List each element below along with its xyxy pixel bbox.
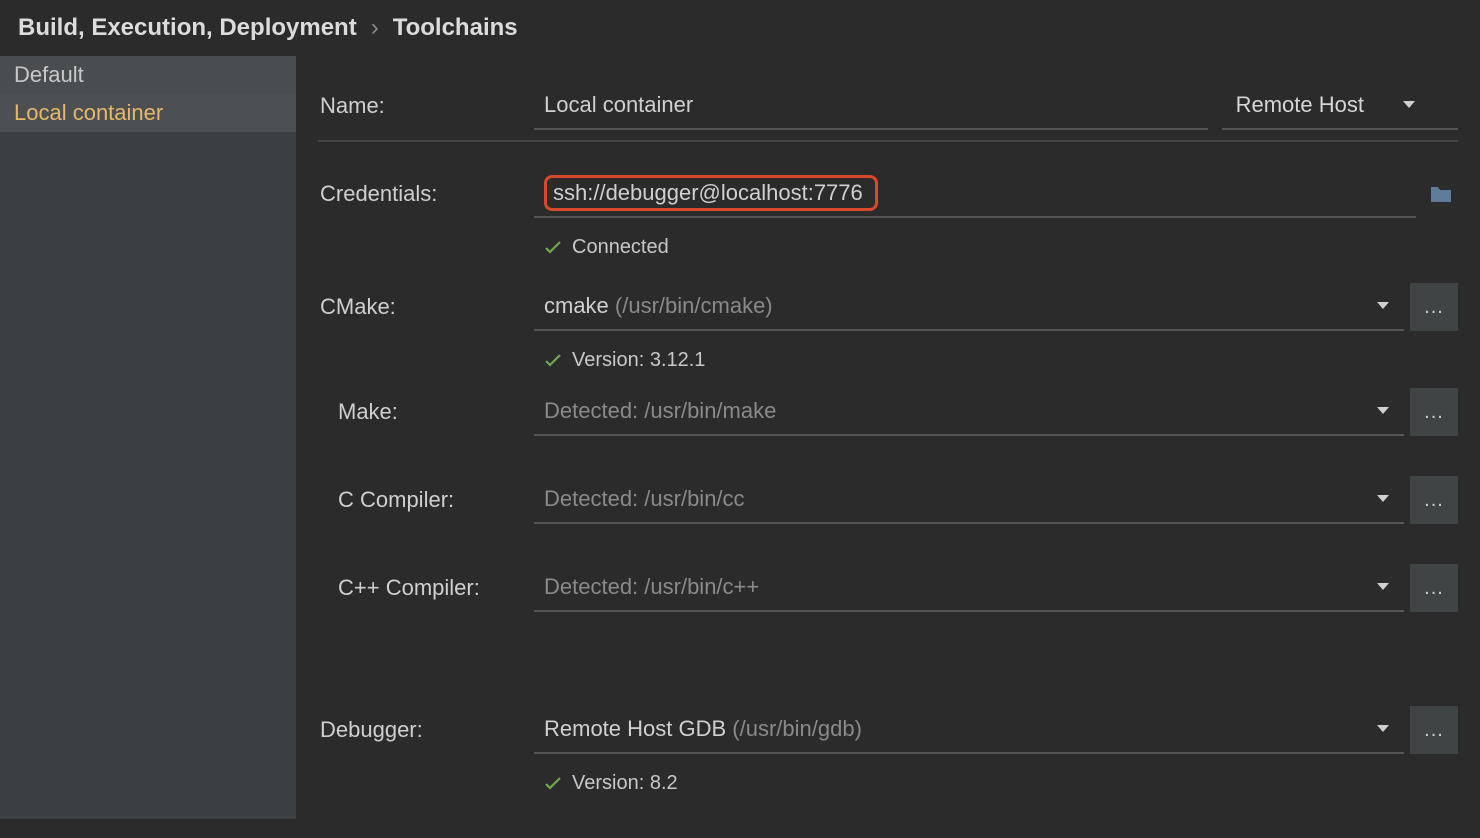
cmake-value: cmake (/usr/bin/cmake) — [534, 285, 1362, 327]
credentials-value: ssh://debugger@localhost:7776 — [534, 165, 1416, 221]
toolchain-type-value: Remote Host — [1236, 92, 1364, 118]
c-compiler-browse-button[interactable]: ... — [1410, 476, 1458, 524]
cmake-status: Version: 3.12.1 — [534, 341, 1458, 388]
make-browse-button[interactable]: ... — [1410, 388, 1458, 436]
debugger-label: Debugger: — [318, 717, 534, 743]
breadcrumb: Build, Execution, Deployment › Toolchain… — [0, 0, 1480, 56]
credentials-label: Credentials: — [318, 181, 534, 207]
chevron-down-icon[interactable] — [1362, 301, 1404, 311]
toolchain-type-select[interactable]: Remote Host — [1222, 82, 1458, 130]
chevron-down-icon — [1388, 100, 1430, 110]
breadcrumb-parent[interactable]: Build, Execution, Deployment — [18, 14, 357, 42]
chevron-down-icon[interactable] — [1362, 724, 1404, 734]
toolchain-list: Default Local container — [0, 56, 296, 819]
credentials-status-text: Connected — [572, 236, 669, 259]
debugger-status-text: Version: 8.2 — [572, 772, 678, 795]
cmake-browse-button[interactable]: ... — [1410, 283, 1458, 331]
cxx-compiler-browse-button[interactable]: ... — [1410, 564, 1458, 612]
cmake-status-text: Version: 3.12.1 — [572, 349, 705, 372]
chevron-down-icon[interactable] — [1362, 582, 1404, 592]
cxx-compiler-value: Detected: /usr/bin/c++ — [534, 566, 1362, 608]
credentials-status: Connected — [534, 228, 1458, 283]
c-compiler-label: C Compiler: — [318, 487, 534, 513]
chevron-down-icon[interactable] — [1362, 406, 1404, 416]
sidebar-item-default[interactable]: Default — [0, 56, 296, 94]
name-value[interactable]: Local container — [534, 84, 1208, 126]
make-value: Detected: /usr/bin/make — [534, 390, 1362, 432]
cxx-compiler-field[interactable]: Detected: /usr/bin/c++ — [534, 564, 1404, 612]
c-compiler-value: Detected: /usr/bin/cc — [534, 478, 1362, 520]
make-label: Make: — [318, 399, 534, 425]
credentials-highlight: ssh://debugger@localhost:7776 — [544, 175, 878, 211]
debugger-browse-button[interactable]: ... — [1410, 706, 1458, 754]
breadcrumb-current: Toolchains — [393, 14, 518, 42]
credentials-field[interactable]: ssh://debugger@localhost:7776 — [534, 170, 1416, 218]
make-field[interactable]: Detected: /usr/bin/make — [534, 388, 1404, 436]
cmake-field[interactable]: cmake (/usr/bin/cmake) — [534, 283, 1404, 331]
check-icon — [544, 241, 562, 255]
chevron-right-icon: › — [371, 14, 379, 42]
toolchain-form: Name: Local container Remote Host Creden… — [296, 56, 1480, 819]
debugger-status: Version: 8.2 — [534, 764, 1458, 819]
debugger-field[interactable]: Remote Host GDB (/usr/bin/gdb) — [534, 706, 1404, 754]
folder-icon[interactable] — [1424, 170, 1458, 218]
cmake-label: CMake: — [318, 294, 534, 320]
check-icon — [544, 354, 562, 368]
c-compiler-field[interactable]: Detected: /usr/bin/cc — [534, 476, 1404, 524]
sidebar-item-local-container[interactable]: Local container — [0, 94, 296, 132]
name-field[interactable]: Local container — [534, 82, 1208, 130]
name-label: Name: — [318, 93, 534, 119]
check-icon — [544, 777, 562, 791]
debugger-value: Remote Host GDB (/usr/bin/gdb) — [534, 708, 1362, 750]
divider — [318, 140, 1458, 142]
chevron-down-icon[interactable] — [1362, 494, 1404, 504]
cxx-compiler-label: C++ Compiler: — [318, 575, 534, 601]
